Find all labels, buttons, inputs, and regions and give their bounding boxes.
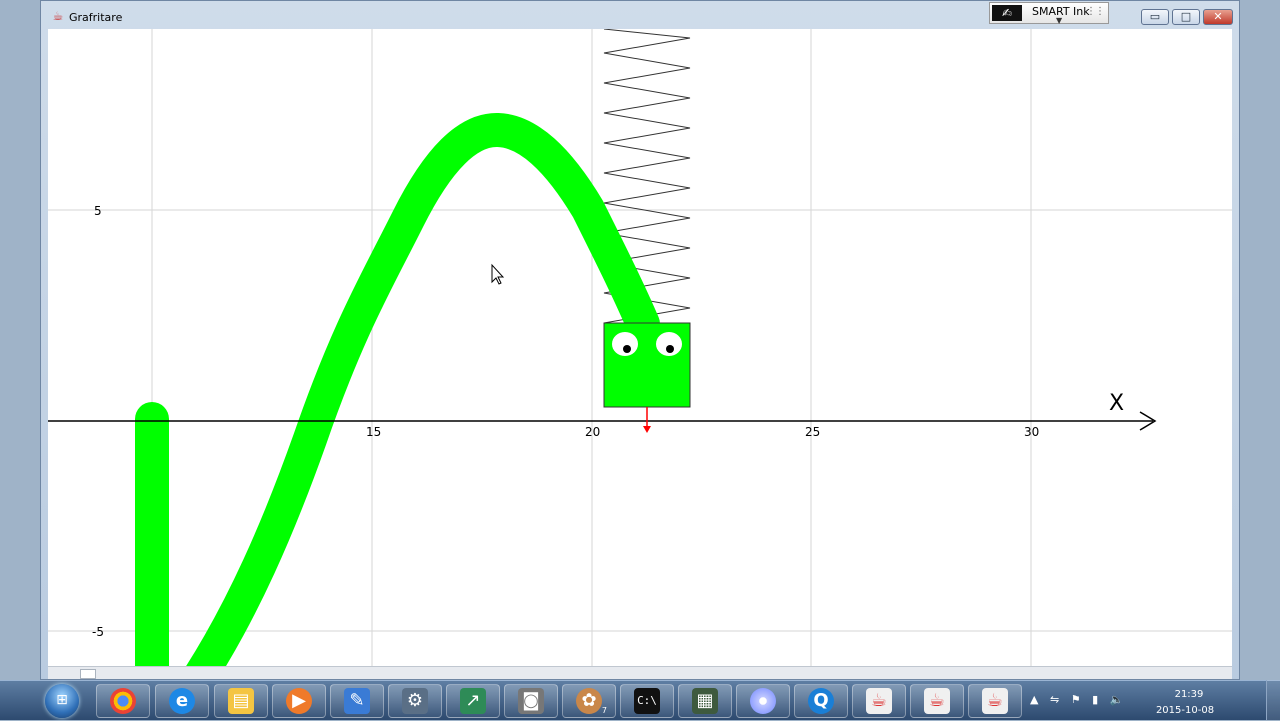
- taskbar-internet-explorer[interactable]: e: [155, 684, 209, 718]
- grip-icon[interactable]: ⋮⋮: [1086, 6, 1105, 17]
- chrome-icon: [110, 688, 136, 714]
- taskbar: ⊞ e ▤ ▶ ✎ ⚙ ↗ ◙ ✿ 7 C:\ ▦ Q ☕ ☕ ☕ ▲ ⇋ ⚑ ▮…: [0, 680, 1280, 720]
- java-icon: ☕: [866, 688, 892, 714]
- x-tick-label: 20: [585, 425, 600, 439]
- disc-icon: [750, 688, 776, 714]
- taskbar-file-explorer[interactable]: ▤: [214, 684, 268, 718]
- smart-ink-toolbar[interactable]: ✍ SMART Ink ▼ ⋮⋮: [989, 2, 1109, 25]
- smart-ink-logo-icon: ✍: [992, 5, 1022, 21]
- taskbar-chrome[interactable]: [96, 684, 150, 718]
- title-bar[interactable]: ☕ Grafritare ✍ SMART Ink ▼ ⋮⋮ ▭ □ ✕: [41, 1, 1239, 31]
- maximize-button[interactable]: □: [1172, 9, 1200, 25]
- x-tick-label: 30: [1024, 425, 1039, 439]
- window-count-badge: 7: [601, 706, 607, 715]
- start-button[interactable]: ⊞: [40, 683, 88, 719]
- force-arrowhead: [643, 426, 651, 433]
- usb-icon[interactable]: ⇋: [1050, 693, 1063, 706]
- taskbar-paint[interactable]: ✿ 7: [562, 684, 616, 718]
- calculator-icon: ▦: [692, 688, 718, 714]
- creature-left-pupil: [623, 345, 631, 353]
- taskbar-quicktime[interactable]: Q: [794, 684, 848, 718]
- mouse-cursor-icon: [491, 263, 505, 285]
- taskbar-calculator[interactable]: ▦: [678, 684, 732, 718]
- graph-svg: 15 20 25 30 5 -5 X: [48, 29, 1232, 666]
- volume-icon[interactable]: 🔈: [1110, 693, 1128, 706]
- show-desktop-button[interactable]: [1266, 680, 1280, 720]
- taskbar-robot[interactable]: ⚙: [388, 684, 442, 718]
- graph-canvas[interactable]: 15 20 25 30 5 -5 X: [48, 29, 1232, 666]
- notepad-icon: ✎: [344, 688, 370, 714]
- x-tick-label: 25: [805, 425, 820, 439]
- chevron-down-icon[interactable]: ▼: [1056, 16, 1062, 25]
- close-button[interactable]: ✕: [1203, 9, 1233, 25]
- taskbar-java-3[interactable]: ☕: [968, 684, 1022, 718]
- taskbar-media-player[interactable]: ▶: [272, 684, 326, 718]
- java-icon: ☕: [924, 688, 950, 714]
- tray-icons[interactable]: ▲ ⇋ ⚑ ▮ 🔈: [1030, 693, 1127, 706]
- taskbar-java-2[interactable]: ☕: [910, 684, 964, 718]
- network-icon[interactable]: ▮: [1092, 693, 1102, 706]
- java-app-icon: ☕: [52, 9, 64, 23]
- paint-icon: ✿: [576, 688, 602, 714]
- quicktime-icon: Q: [808, 688, 834, 714]
- media-player-icon: ▶: [286, 688, 312, 714]
- taskbar-java-1[interactable]: ☕: [852, 684, 906, 718]
- window-title: Grafritare: [69, 11, 123, 24]
- java-icon: ☕: [982, 688, 1008, 714]
- clock-time[interactable]: 21:39: [1164, 689, 1214, 700]
- chart-app-icon: ↗: [460, 688, 486, 714]
- x-axis-label: X: [1109, 391, 1124, 416]
- x-tick-label: 15: [366, 425, 381, 439]
- y-tick-label: 5: [94, 204, 102, 218]
- file-explorer-icon: ▤: [228, 688, 254, 714]
- scroll-thumb[interactable]: [80, 669, 96, 679]
- horizontal-scrollbar[interactable]: [48, 666, 1232, 679]
- action-center-flag-icon[interactable]: ⚑: [1071, 693, 1085, 706]
- taskbar-notepad[interactable]: ✎: [330, 684, 384, 718]
- minimize-button[interactable]: ▭: [1141, 9, 1169, 25]
- internet-explorer-icon: e: [169, 688, 195, 714]
- taskbar-chart-app[interactable]: ↗: [446, 684, 500, 718]
- taskbar-camera[interactable]: ◙: [504, 684, 558, 718]
- tray-expand-icon[interactable]: ▲: [1030, 693, 1042, 706]
- windows-flag-icon: ⊞: [56, 692, 68, 708]
- clock-date[interactable]: 2015-10-08: [1150, 705, 1220, 716]
- taskbar-disc[interactable]: [736, 684, 790, 718]
- creature-right-pupil: [666, 345, 674, 353]
- robot-icon: ⚙: [402, 688, 428, 714]
- taskbar-command-prompt[interactable]: C:\: [620, 684, 674, 718]
- y-tick-label: -5: [92, 625, 104, 639]
- camera-icon: ◙: [518, 688, 544, 714]
- command-prompt-icon: C:\: [634, 688, 660, 714]
